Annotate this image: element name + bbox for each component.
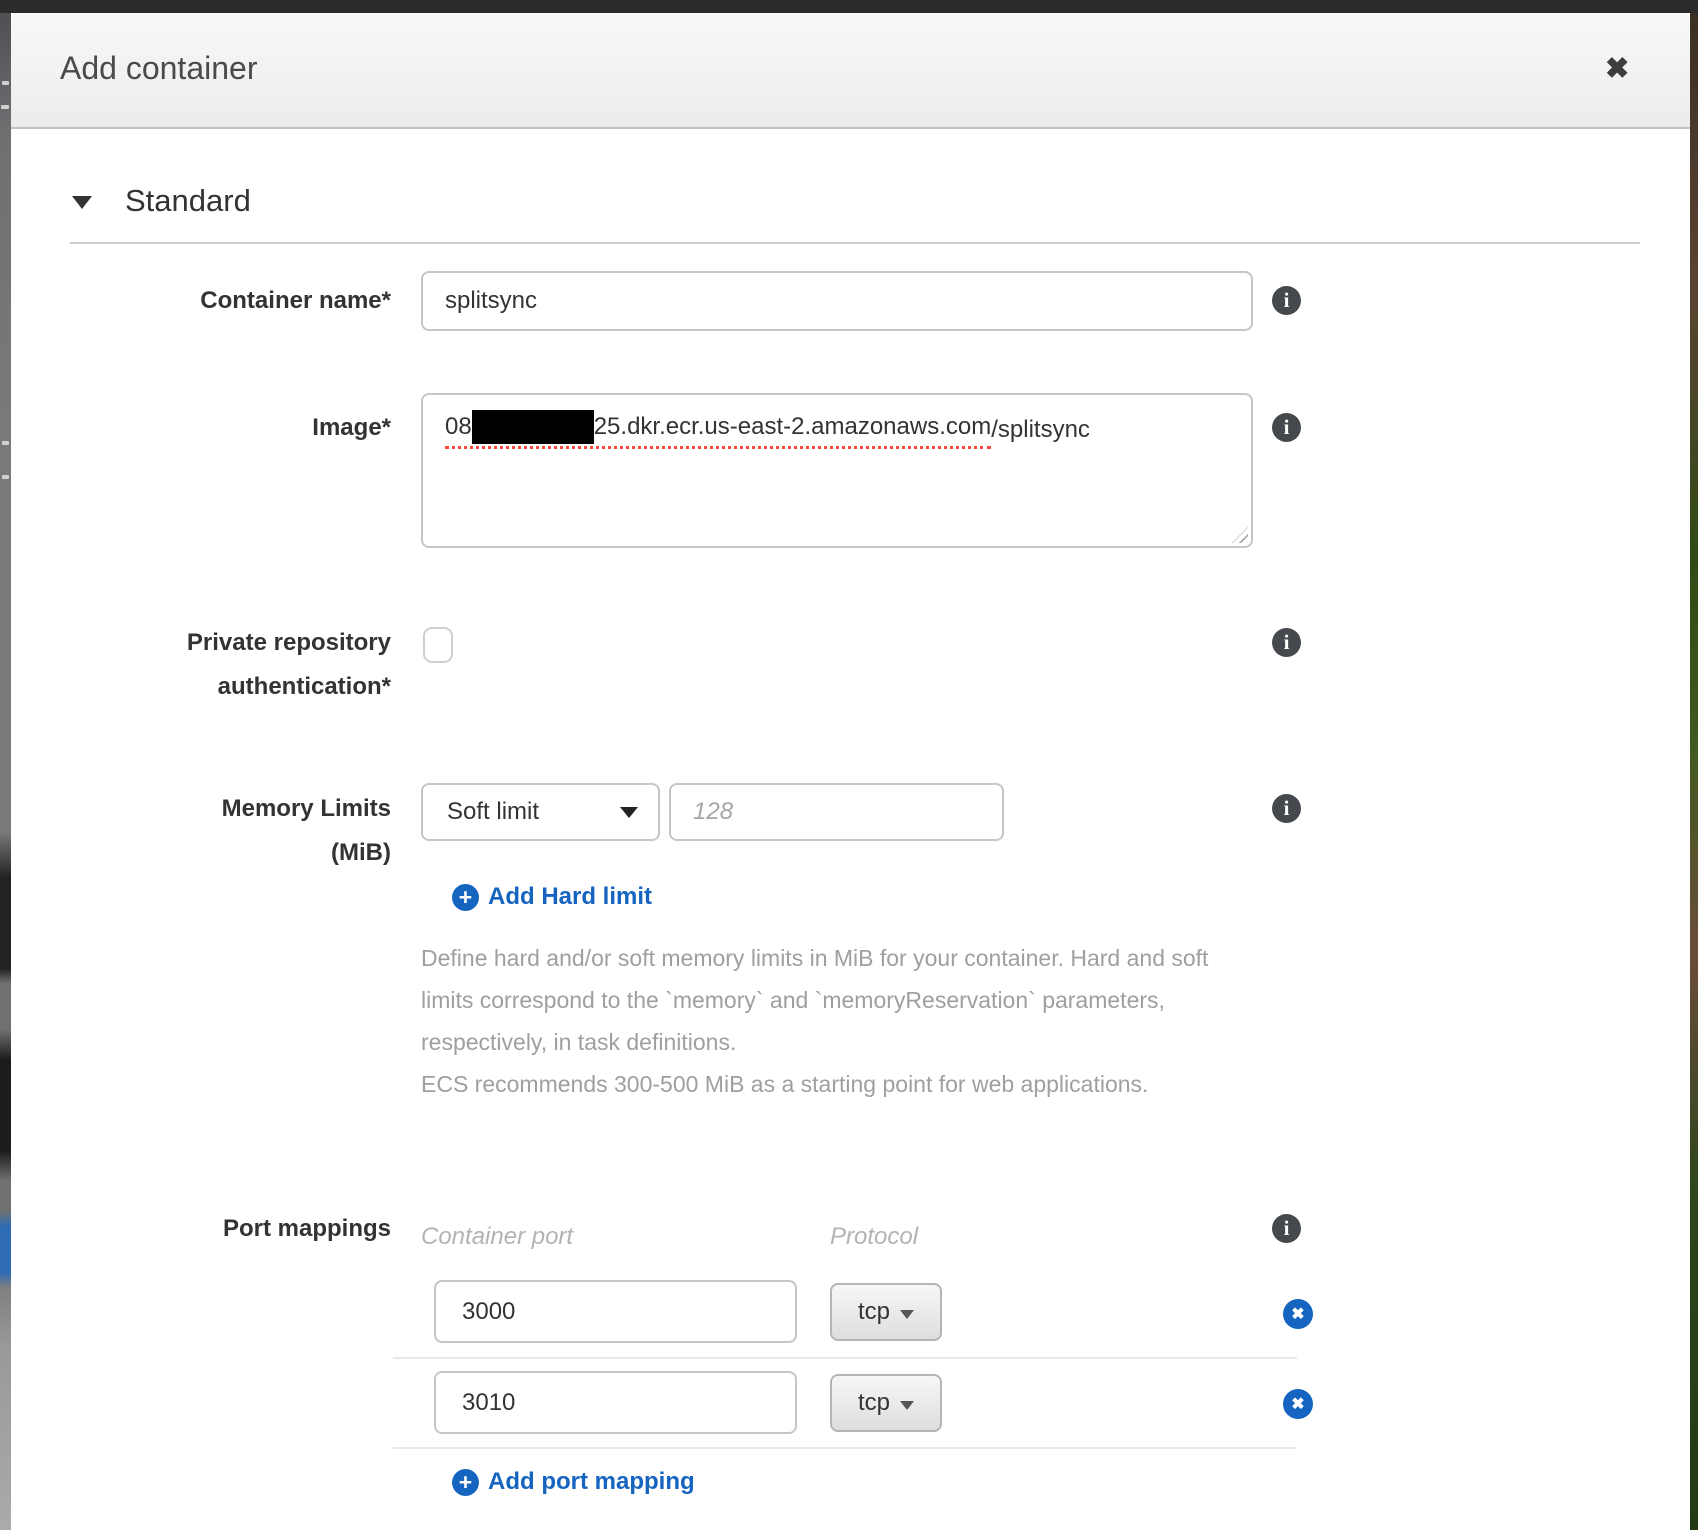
memory-limit-type-select[interactable]: Soft limit bbox=[421, 783, 660, 841]
container-port-column-header: Container port bbox=[421, 1223, 573, 1251]
plus-icon: + bbox=[452, 1469, 479, 1496]
background-page-sliver-right bbox=[1690, 13, 1698, 1530]
memory-limits-info-icon[interactable]: i bbox=[1272, 794, 1301, 823]
protocol-select[interactable]: tcp bbox=[830, 1283, 942, 1341]
image-value-mid: 25.dkr.ecr.us-east-2.amazonaws.com bbox=[594, 413, 992, 441]
private-repo-label: Private repository authentication* bbox=[51, 621, 391, 709]
delete-port-mapping-icon[interactable]: ✖ bbox=[1283, 1389, 1313, 1419]
chevron-down-icon bbox=[900, 1310, 914, 1319]
background-page-sliver-left bbox=[0, 13, 11, 1530]
add-port-mapping-link[interactable]: + Add port mapping bbox=[452, 1468, 695, 1496]
image-value-tail: /splitsync bbox=[991, 416, 1090, 444]
image-value: 08 25.dkr.ecr.us-east-2.amazonaws.com /s… bbox=[445, 410, 1090, 449]
section-caret-icon[interactable] bbox=[72, 196, 92, 209]
protocol-column-header: Protocol bbox=[830, 1223, 918, 1251]
image-label: Image* bbox=[51, 406, 391, 450]
memory-limits-label: Memory Limits (MiB) bbox=[51, 787, 391, 875]
image-value-prefix: 08 bbox=[445, 413, 472, 441]
add-hard-limit-label: Add Hard limit bbox=[488, 883, 652, 911]
container-port-input[interactable] bbox=[434, 1280, 797, 1343]
protocol-value: tcp bbox=[858, 1389, 890, 1417]
memory-limit-type-value: Soft limit bbox=[447, 798, 539, 826]
container-name-input[interactable] bbox=[421, 271, 1253, 331]
port-mappings-info-icon[interactable]: i bbox=[1272, 1214, 1301, 1243]
protocol-select[interactable]: tcp bbox=[830, 1374, 942, 1432]
chevron-down-icon bbox=[620, 807, 638, 818]
modal-title: Add container bbox=[60, 50, 257, 87]
modal-header: Add container ✖ bbox=[11, 13, 1690, 129]
memory-limits-label-line1: Memory Limits bbox=[51, 787, 391, 831]
section-divider bbox=[70, 242, 1640, 244]
chevron-down-icon bbox=[900, 1401, 914, 1410]
port-mappings-label: Port mappings bbox=[51, 1207, 391, 1251]
add-hard-limit-link[interactable]: + Add Hard limit bbox=[452, 883, 652, 911]
add-container-modal: Add container ✖ Standard Container name*… bbox=[11, 13, 1690, 1530]
image-value-spellchecked: 08 25.dkr.ecr.us-east-2.amazonaws.com bbox=[445, 410, 991, 449]
container-name-info-icon[interactable]: i bbox=[1272, 286, 1301, 315]
textarea-resize-handle-icon[interactable] bbox=[1232, 527, 1248, 543]
section-title: Standard bbox=[125, 183, 251, 219]
row-separator bbox=[393, 1447, 1297, 1449]
add-port-mapping-label: Add port mapping bbox=[488, 1468, 695, 1496]
private-repo-label-line1: Private repository bbox=[51, 621, 391, 665]
close-icon[interactable]: ✖ bbox=[1605, 55, 1629, 84]
private-repo-info-icon[interactable]: i bbox=[1272, 628, 1301, 657]
memory-limits-label-line2: (MiB) bbox=[51, 831, 391, 875]
memory-limit-value-input[interactable] bbox=[669, 783, 1004, 841]
memory-help-line: limits correspond to the `memory` and `m… bbox=[421, 979, 1221, 1021]
row-separator bbox=[393, 1357, 1297, 1359]
image-input[interactable]: 08 25.dkr.ecr.us-east-2.amazonaws.com /s… bbox=[421, 393, 1253, 548]
memory-help-line: Define hard and/or soft memory limits in… bbox=[421, 937, 1221, 979]
delete-port-mapping-icon[interactable]: ✖ bbox=[1283, 1299, 1313, 1329]
screen: Add container ✖ Standard Container name*… bbox=[0, 0, 1698, 1530]
plus-icon: + bbox=[452, 884, 479, 911]
container-name-label: Container name* bbox=[51, 279, 391, 323]
memory-help-line: ECS recommends 300-500 MiB as a starting… bbox=[421, 1063, 1221, 1105]
background-top-bar bbox=[0, 0, 1698, 13]
memory-help-line: respectively, in task definitions. bbox=[421, 1021, 1221, 1063]
background-fragment bbox=[2, 475, 9, 479]
image-redaction-block bbox=[472, 410, 594, 444]
private-repo-checkbox[interactable] bbox=[423, 627, 453, 663]
container-port-input[interactable] bbox=[434, 1371, 797, 1434]
private-repo-label-line2: authentication* bbox=[51, 665, 391, 709]
background-fragment bbox=[2, 81, 9, 85]
protocol-value: tcp bbox=[858, 1298, 890, 1326]
background-fragment bbox=[2, 441, 9, 445]
image-info-icon[interactable]: i bbox=[1272, 413, 1301, 442]
background-fragment bbox=[1, 105, 9, 109]
